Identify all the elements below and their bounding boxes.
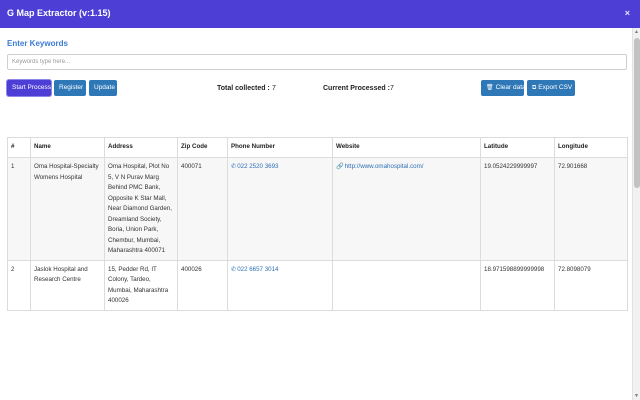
cell-name: Oma Hospital-Specialty Womens Hospital (30, 157, 105, 261)
header-name: Name (30, 137, 105, 158)
phone-icon: ✆ (231, 163, 237, 170)
current-processed-label: Current Processed : (323, 85, 390, 92)
vertical-scrollbar[interactable]: ▲ ▼ (632, 28, 640, 400)
cell-zip: 400071 (177, 157, 228, 261)
app-title: G Map Extractor (v:1.15) (7, 8, 111, 18)
phone-link[interactable]: 022 6657 3014 (237, 266, 278, 273)
cell-latitude: 19.0524229999997 (480, 157, 555, 261)
register-button[interactable]: Register (54, 80, 86, 96)
header-latitude: Latitude (480, 137, 555, 158)
cell-website (332, 259, 481, 311)
header-website: Website (332, 137, 481, 158)
scroll-down-icon[interactable]: ▼ (634, 393, 639, 399)
table-row: 1 Oma Hospital-Specialty Womens Hospital… (7, 157, 628, 261)
link-icon: 🔗 (336, 163, 344, 170)
header-address: Address (104, 137, 178, 158)
header-num: # (7, 137, 31, 158)
phone-link[interactable]: 022 2520 3693 (237, 163, 278, 170)
cell-longitude: 72.8098079 (554, 259, 628, 311)
total-collected-value: 7 (272, 85, 276, 92)
cell-num: 2 (7, 259, 31, 311)
table-header-row: # Name Address Zip Code Phone Number Web… (7, 137, 628, 158)
header-longitude: Longitude (554, 137, 628, 158)
cell-address: 15, Pedder Rd, IT Colony, Tardeo, Mumbai… (104, 259, 178, 311)
clear-data-button[interactable]: 🗑 Clear data (481, 80, 526, 96)
website-link[interactable]: http://www.omahospital.com/ (345, 163, 424, 170)
close-icon[interactable]: × (625, 8, 630, 18)
cell-longitude: 72.901668 (554, 157, 628, 261)
cell-address: Oma Hospital, Plot No 5, V N Purav Marg … (104, 157, 178, 261)
start-process-button[interactable]: Start Process (7, 80, 51, 96)
cell-name: Jaslok Hospital and Research Centre (30, 259, 105, 311)
scrollbar-thumb[interactable] (634, 38, 640, 188)
scroll-up-icon[interactable]: ▲ (634, 29, 639, 35)
header-zip: Zip Code (177, 137, 228, 158)
cell-latitude: 18.971598899999998 (480, 259, 555, 311)
update-button[interactable]: Update (89, 80, 117, 96)
cell-zip: 400026 (177, 259, 228, 311)
export-icon: ⧉ (532, 85, 537, 91)
cell-num: 1 (7, 157, 31, 261)
results-table: # Name Address Zip Code Phone Number Web… (7, 137, 628, 311)
table-row: 2 Jaslok Hospital and Research Centre 15… (7, 259, 628, 311)
export-csv-button[interactable]: ⧉ Export CSV (527, 80, 575, 96)
main-panel: Enter Keywords Start Process Register Up… (0, 28, 632, 400)
clear-data-label: Clear data (495, 84, 526, 91)
current-processed-value: 7 (390, 85, 394, 92)
title-bar: G Map Extractor (v:1.15) × (0, 0, 640, 28)
cell-phone: ✆022 2520 3693 (227, 157, 333, 261)
export-csv-label: Export CSV (538, 84, 573, 91)
keywords-label: Enter Keywords (7, 39, 68, 48)
keywords-input[interactable] (7, 54, 627, 70)
cell-phone: ✆022 6657 3014 (227, 259, 333, 311)
header-phone: Phone Number (227, 137, 333, 158)
phone-icon: ✆ (231, 265, 237, 273)
total-collected-label: Total collected : (217, 85, 270, 92)
cell-website: 🔗http://www.omahospital.com/ (332, 157, 481, 261)
trash-icon: 🗑 (486, 85, 494, 91)
